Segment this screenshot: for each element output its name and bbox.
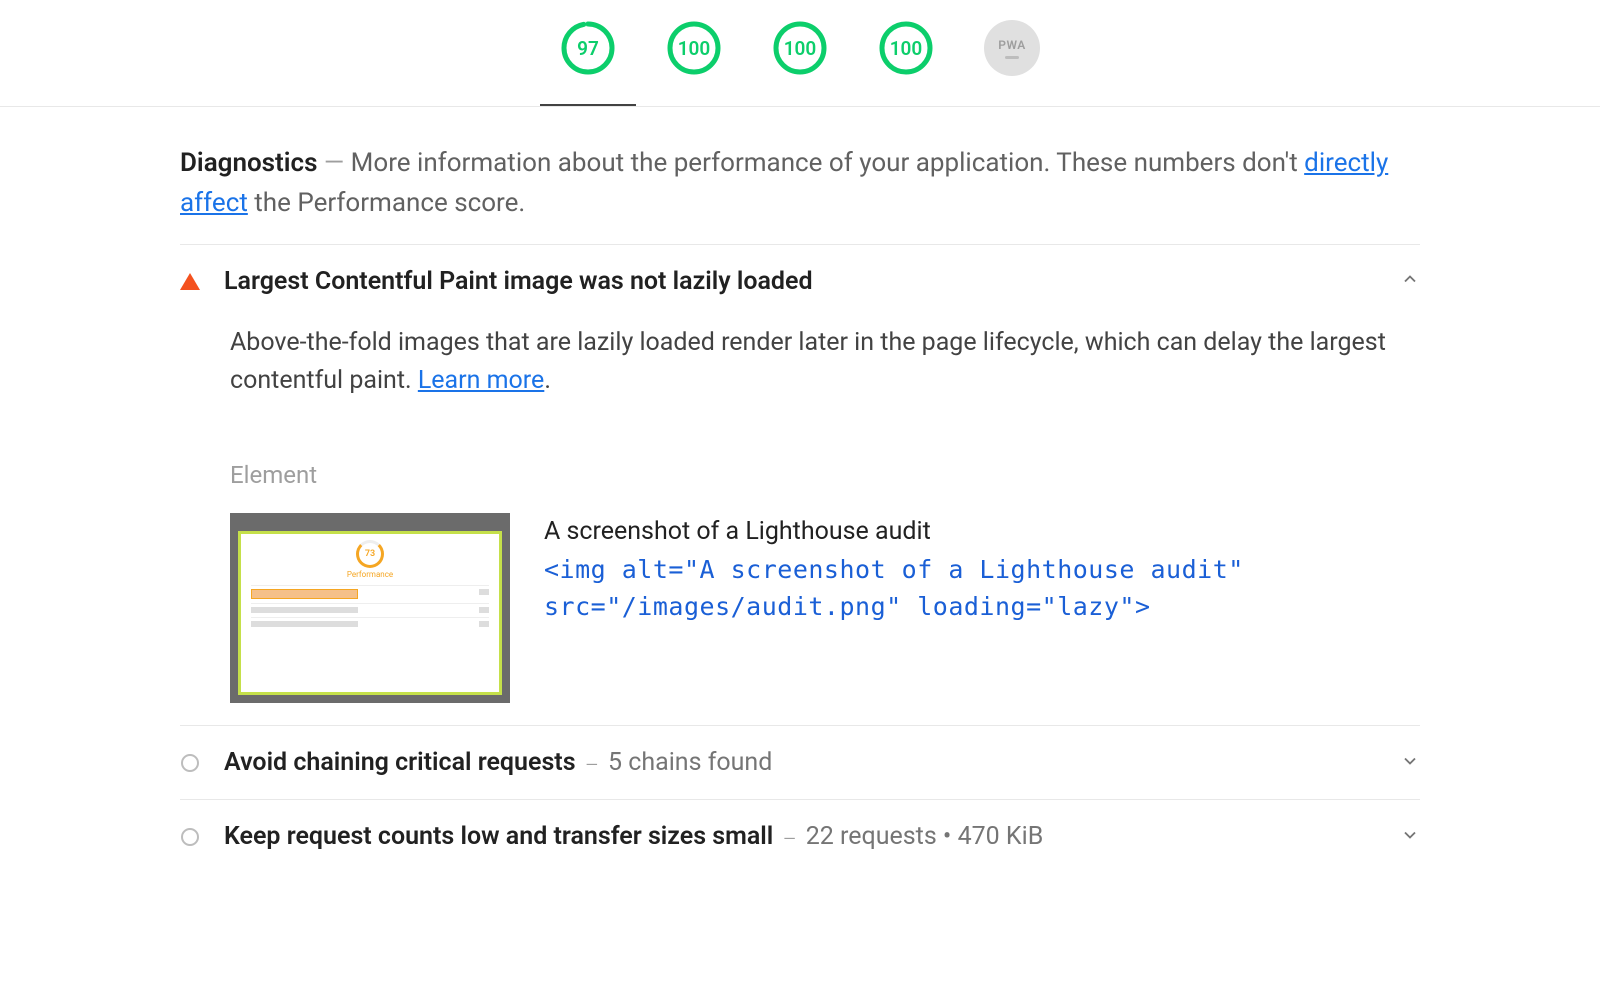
audit-subtext: 5 chains found — [608, 748, 772, 777]
active-tab-underline — [540, 104, 636, 106]
info-circle-icon — [180, 754, 200, 772]
element-code-snippet: <img alt="A screenshot of a Lighthouse a… — [544, 551, 1420, 626]
pwa-dash-icon — [1005, 56, 1019, 59]
element-thumbnail[interactable]: 73 Performance — [230, 513, 510, 703]
scores-bar: 97 100 100 100 PWA — [0, 0, 1600, 107]
score-accessibility[interactable]: 100 — [666, 20, 722, 76]
thumb-label: Performance — [347, 570, 393, 579]
learn-more-link[interactable]: Learn more — [418, 366, 544, 395]
diagnostics-header: Diagnostics — More information about the… — [180, 143, 1420, 224]
score-value: 100 — [666, 20, 722, 76]
audit-toggle[interactable]: Largest Contentful Paint image was not l… — [180, 267, 1420, 296]
audit-critical-chains: Avoid chaining critical requests — 5 cha… — [180, 725, 1420, 799]
diagnostics-desc-prefix: More information about the performance o… — [351, 148, 1305, 178]
audit-subtext: 22 requests • 470 KiB — [806, 822, 1044, 851]
audit-description: Above-the-fold images that are lazily lo… — [230, 324, 1420, 402]
info-circle-icon — [180, 828, 200, 846]
audit-lcp-lazy: Largest Contentful Paint image was not l… — [180, 244, 1420, 726]
diagnostics-title: Diagnostics — [180, 148, 317, 178]
audit-toggle[interactable]: Avoid chaining critical requests — 5 cha… — [180, 748, 1420, 777]
score-seo[interactable]: 100 — [878, 20, 934, 76]
score-pwa[interactable]: PWA — [984, 20, 1040, 76]
audit-toggle[interactable]: Keep request counts low and transfer siz… — [180, 822, 1420, 851]
score-value: 100 — [772, 20, 828, 76]
score-value: 100 — [878, 20, 934, 76]
chevron-down-icon — [1400, 751, 1420, 775]
diagnostics-desc-suffix: the Performance score. — [254, 188, 525, 218]
chevron-down-icon — [1400, 825, 1420, 849]
chevron-up-icon — [1400, 269, 1420, 293]
audit-title: Largest Contentful Paint image was not l… — [224, 267, 813, 296]
audit-title: Keep request counts low and transfer siz… — [224, 822, 773, 851]
element-column-header: Element — [230, 461, 1420, 489]
element-caption: A screenshot of a Lighthouse audit — [544, 513, 1420, 551]
thumb-score: 73 — [356, 540, 384, 568]
audit-title: Avoid chaining critical requests — [224, 748, 576, 777]
score-value: 97 — [560, 20, 616, 76]
warning-triangle-icon — [180, 273, 200, 290]
audit-request-counts: Keep request counts low and transfer siz… — [180, 799, 1420, 873]
content: Diagnostics — More information about the… — [180, 107, 1420, 873]
score-performance[interactable]: 97 — [560, 20, 616, 76]
score-best-practices[interactable]: 100 — [772, 20, 828, 76]
pwa-label: PWA — [998, 38, 1026, 52]
